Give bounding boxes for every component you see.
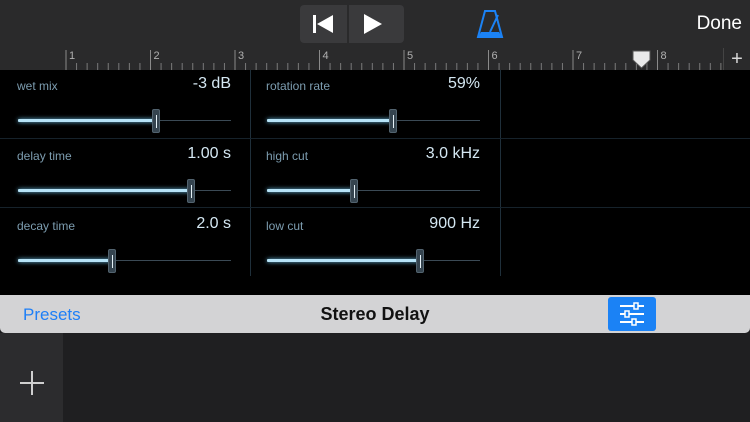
slider-fill	[18, 259, 112, 262]
param-value: 1.00 s	[187, 145, 231, 162]
timeline-ruler[interactable]: 1 2 3 4 5 6 7 8 +	[0, 48, 750, 70]
slider-fill	[267, 189, 354, 192]
rotation-rate-slider[interactable]	[267, 109, 480, 133]
transport-controls	[300, 5, 404, 43]
param-label: wet mix	[17, 79, 58, 93]
add-track-button[interactable]	[20, 371, 44, 395]
param-value: 2.0 s	[196, 215, 231, 232]
slider-thumb[interactable]	[389, 109, 397, 133]
param-label: high cut	[266, 149, 309, 163]
sliders-icon	[620, 302, 644, 326]
param-decay-time: decay time 2.0 s	[17, 210, 249, 280]
top-toolbar: Done	[0, 0, 750, 48]
slider-thumb[interactable]	[152, 109, 160, 133]
rewind-button[interactable]	[300, 5, 346, 43]
metronome-icon	[476, 10, 504, 38]
rewind-to-start-icon	[313, 15, 333, 33]
low-cut-slider[interactable]	[267, 249, 480, 273]
param-delay-time: delay time 1.00 s	[17, 140, 249, 210]
ruler-bar-number: 7	[576, 50, 582, 62]
slider-fill	[18, 189, 191, 192]
param-rotation-rate: rotation rate 59%	[266, 70, 498, 140]
slider-fill	[267, 119, 393, 122]
slider-thumb[interactable]	[350, 179, 358, 203]
ruler-bar-number: 2	[154, 50, 160, 62]
preset-bar: Presets Stereo Delay	[0, 295, 750, 333]
plugin-panel: wet mix -3 dB delay time 1.00 s decay ti…	[0, 70, 750, 295]
play-icon	[364, 14, 382, 34]
done-button[interactable]: Done	[697, 13, 742, 35]
play-button[interactable]	[350, 5, 396, 43]
ruler-bar-number: 5	[407, 50, 413, 62]
param-value: 3.0 kHz	[425, 145, 480, 162]
param-value: -3 dB	[192, 75, 231, 92]
add-section-button[interactable]: +	[723, 48, 750, 70]
param-label: decay time	[17, 219, 76, 233]
playhead-marker[interactable]	[632, 50, 651, 69]
param-low-cut: low cut 900 Hz	[266, 210, 498, 280]
param-label: rotation rate	[266, 79, 331, 93]
slider-thumb[interactable]	[416, 249, 424, 273]
column-divider	[250, 70, 251, 276]
delay-time-slider[interactable]	[18, 179, 231, 203]
slider-thumb[interactable]	[187, 179, 195, 203]
track-content-area[interactable]	[63, 333, 750, 422]
param-label: delay time	[17, 149, 72, 163]
param-value: 900 Hz	[429, 215, 480, 232]
decay-time-slider[interactable]	[18, 249, 231, 273]
ruler-bar-number: 1	[69, 50, 75, 62]
ruler-bar-number: 4	[323, 50, 329, 62]
slider-fill	[18, 119, 156, 122]
ruler-ticks: 1 2 3 4 5 6 7 8	[65, 50, 722, 70]
param-wet-mix: wet mix -3 dB	[17, 70, 249, 140]
plus-icon	[20, 371, 44, 395]
transport-divider	[347, 5, 349, 43]
param-high-cut: high cut 3.0 kHz	[266, 140, 498, 210]
ruler-bar-number: 3	[238, 50, 244, 62]
high-cut-slider[interactable]	[267, 179, 480, 203]
ruler-bar-number: 6	[492, 50, 498, 62]
wet-mix-slider[interactable]	[18, 109, 231, 133]
column-divider	[500, 70, 501, 276]
param-value: 59%	[447, 75, 480, 92]
slider-fill	[267, 259, 420, 262]
plugin-controls-button[interactable]	[608, 297, 656, 331]
metronome-button[interactable]	[476, 10, 504, 38]
slider-thumb[interactable]	[108, 249, 116, 273]
param-label: low cut	[266, 219, 304, 233]
ruler-bar-number: 8	[661, 50, 667, 62]
